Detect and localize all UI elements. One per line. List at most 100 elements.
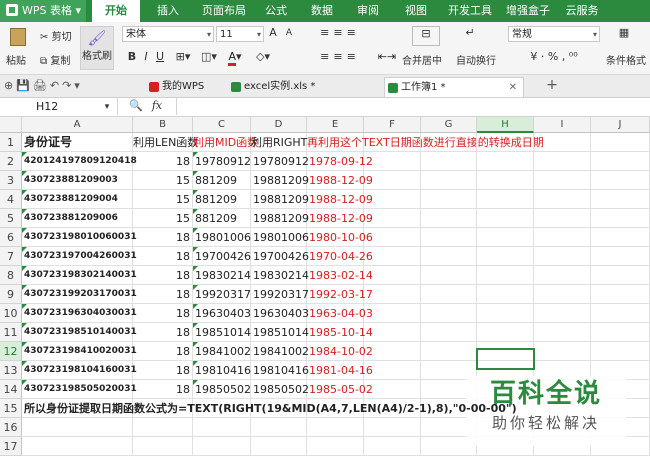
tab-review[interactable]: 审阅 [348,0,388,22]
cell-a1[interactable]: 身份证号 [22,133,133,152]
paste-button[interactable] [6,28,30,50]
cell-d11[interactable]: 19851014 [251,323,309,342]
cell-c14[interactable]: 19850502 [193,380,251,399]
cell-c1[interactable]: 利用MID函数 [193,133,258,152]
cell-a11[interactable]: 430723198510140031 [22,323,137,342]
cell-j7[interactable] [591,247,650,266]
cell-e17[interactable] [307,437,364,456]
tab-page-layout[interactable]: 页面布局 [194,0,254,22]
cell-j11[interactable] [591,323,650,342]
cell-a4[interactable]: 430723881209004 [22,190,133,209]
cell-d16[interactable] [251,418,307,437]
cell-c2[interactable]: 19780912 [193,152,251,171]
align-top-icons[interactable]: ≡≡≡ [310,26,370,40]
row-header-11[interactable]: 11 [0,323,22,342]
cell-b13[interactable]: 18 [133,361,193,380]
row-header-10[interactable]: 10 [0,304,22,323]
cell-g5[interactable] [421,209,477,228]
row-header-5[interactable]: 5 [0,209,22,228]
cell-b2[interactable]: 18 [133,152,193,171]
cell-b10[interactable]: 18 [133,304,193,323]
cell-e2[interactable]: 1978-09-12 [307,152,373,171]
cell-f4[interactable] [364,190,421,209]
cell-f9[interactable] [364,285,421,304]
cell-a10[interactable]: 430723196304030031 [22,304,137,323]
cell-c13[interactable]: 19810416 [193,361,251,380]
cell-e13[interactable]: 1981-04-16 [307,361,373,380]
merge-center-button[interactable]: 合并居中 [402,52,442,67]
cell-g4[interactable] [421,190,477,209]
cell-j8[interactable] [591,266,650,285]
cell-d6[interactable]: 19801006 [251,228,309,247]
cell-c12[interactable]: 19841002 [193,342,251,361]
borders-icon[interactable]: ⊞▾ [172,50,194,64]
cell-b12[interactable]: 18 [133,342,193,361]
cell-b7[interactable]: 18 [133,247,193,266]
cell-g10[interactable] [421,304,477,323]
cell-i4[interactable] [534,190,591,209]
cell-f14[interactable] [364,380,421,399]
wrap-text-button[interactable]: 自动换行 [456,52,496,67]
increase-font-icon[interactable]: A [266,26,280,40]
cell-d5[interactable]: 19881209 [251,209,309,228]
cell-a7[interactable]: 430723197004260031 [22,247,137,266]
cell-i12[interactable] [534,342,591,361]
indent-icons[interactable]: ⇤⇥ [372,50,402,64]
row-header-8[interactable]: 8 [0,266,22,285]
cell-b4[interactable]: 15 [133,190,193,209]
row-header-12[interactable]: 12 [0,342,22,361]
row-header-4[interactable]: 4 [0,190,22,209]
cell-f3[interactable] [364,171,421,190]
row-header-13[interactable]: 13 [0,361,22,380]
cell-a6[interactable]: 430723198010060031 [22,228,137,247]
app-menu-button[interactable]: WPS 表格 ▾ [0,0,86,22]
cell-e1[interactable]: 再利用这个TEXT日期函数进行直接的转换成日期 [307,133,544,152]
font-family-select[interactable]: 宋体 [122,26,214,43]
cell-d9[interactable]: 19920317 [251,285,309,304]
cell-b1[interactable]: 利用LEN函数 [133,133,198,152]
merge-center-icon[interactable]: ⊟ [412,26,440,46]
col-header-d[interactable]: D [251,117,307,133]
cell-h3[interactable] [477,171,534,190]
cell-a3[interactable]: 430723881209003 [22,171,133,190]
cell-a16[interactable] [22,418,133,437]
number-format-select[interactable]: 常规 [508,26,600,43]
cell-f6[interactable] [364,228,421,247]
cell-g12[interactable] [421,342,477,361]
cell-i2[interactable] [534,152,591,171]
col-header-b[interactable]: B [133,117,193,133]
cell-c4[interactable]: 881209 [193,190,251,209]
cell-c9[interactable]: 19920317 [193,285,251,304]
col-header-a[interactable]: A [22,117,133,133]
col-header-c[interactable]: C [193,117,251,133]
cell-h11[interactable] [477,323,534,342]
cell-b6[interactable]: 18 [133,228,193,247]
cell-b3[interactable]: 15 [133,171,193,190]
close-icon[interactable]: ✕ [509,78,517,98]
doc-tab-my-wps[interactable]: 我的WPS [146,77,226,97]
new-tab-icon[interactable]: + [544,78,560,92]
tab-formula[interactable]: 公式 [256,0,296,22]
col-header-g[interactable]: G [421,117,477,133]
cell-b5[interactable]: 15 [133,209,193,228]
conditional-format-button[interactable]: 条件格式 [606,52,646,67]
cell-c10[interactable]: 19630403 [193,304,251,323]
cell-d10[interactable]: 19630403 [251,304,309,323]
cell-h2[interactable] [477,152,534,171]
tab-data[interactable]: 数据 [302,0,342,22]
cell-g2[interactable] [421,152,477,171]
row-header-16[interactable]: 16 [0,418,22,437]
quick-access-icons[interactable]: ⊕💾🖨↶↷▾ [4,79,114,93]
font-color-icon[interactable]: A▾ [224,50,246,66]
row-header-6[interactable]: 6 [0,228,22,247]
cell-e5[interactable]: 1988-12-09 [307,209,373,228]
row-header-15[interactable]: 15 [0,399,22,418]
doc-tab-excel-example[interactable]: excel实例.xls * [228,77,378,97]
formula-input[interactable] [176,98,650,115]
cell-j12[interactable] [591,342,650,361]
cell-h7[interactable] [477,247,534,266]
cell-h10[interactable] [477,304,534,323]
chevron-down-icon[interactable]: ▾ [100,100,114,114]
cell-e6[interactable]: 1980-10-06 [307,228,373,247]
cell-c8[interactable]: 19830214 [193,266,251,285]
